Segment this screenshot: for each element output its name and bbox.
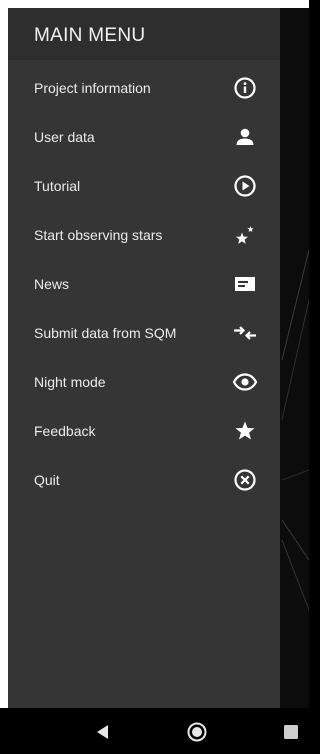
menu-item-label: Project information [34, 80, 151, 96]
menu-item-tutorial[interactable]: Tutorial [8, 164, 280, 208]
menu-item-label: Feedback [34, 423, 96, 439]
home-icon[interactable] [186, 721, 208, 743]
transfer-icon [232, 320, 258, 346]
menu-item-label: Night mode [34, 374, 106, 390]
menu-item-project-information[interactable]: Project information [8, 66, 280, 110]
info-icon [232, 75, 258, 101]
stars-icon [232, 222, 258, 248]
menu-item-feedback[interactable]: Feedback [8, 409, 280, 453]
menu-item-news[interactable]: News [8, 262, 280, 306]
menu-item-label: Submit data from SQM [34, 325, 177, 341]
person-icon [232, 124, 258, 150]
menu-item-label: User data [34, 129, 95, 145]
menu-item-night-mode[interactable]: Night mode [8, 360, 280, 404]
menu-item-label: Tutorial [34, 178, 81, 194]
menu-item-label: Quit [34, 472, 60, 488]
menu-item-quit[interactable]: Quit [8, 458, 280, 502]
back-icon[interactable] [92, 721, 114, 743]
menu-item-label: News [34, 276, 70, 292]
drawer-header: MAIN MENU [8, 8, 280, 60]
play-icon [232, 173, 258, 199]
menu-item-start-observing-stars[interactable]: Start observing stars [8, 213, 280, 257]
news-icon [232, 271, 258, 297]
star-icon [232, 418, 258, 444]
eye-icon [232, 369, 258, 395]
menu-item-submit-data-from-sqm[interactable]: Submit data from SQM [8, 311, 280, 355]
drawer-title: MAIN MENU [34, 25, 146, 46]
system-navigation-bar [0, 708, 309, 754]
menu-item-user-data[interactable]: User data [8, 115, 280, 159]
navigation-drawer: MAIN MENU Project information User data [8, 8, 280, 708]
recents-icon[interactable] [280, 721, 302, 743]
app-screen: MAIN MENU Project information User data [0, 0, 309, 754]
close-circle-icon [232, 467, 258, 493]
menu-item-label: Start observing stars [34, 227, 163, 243]
